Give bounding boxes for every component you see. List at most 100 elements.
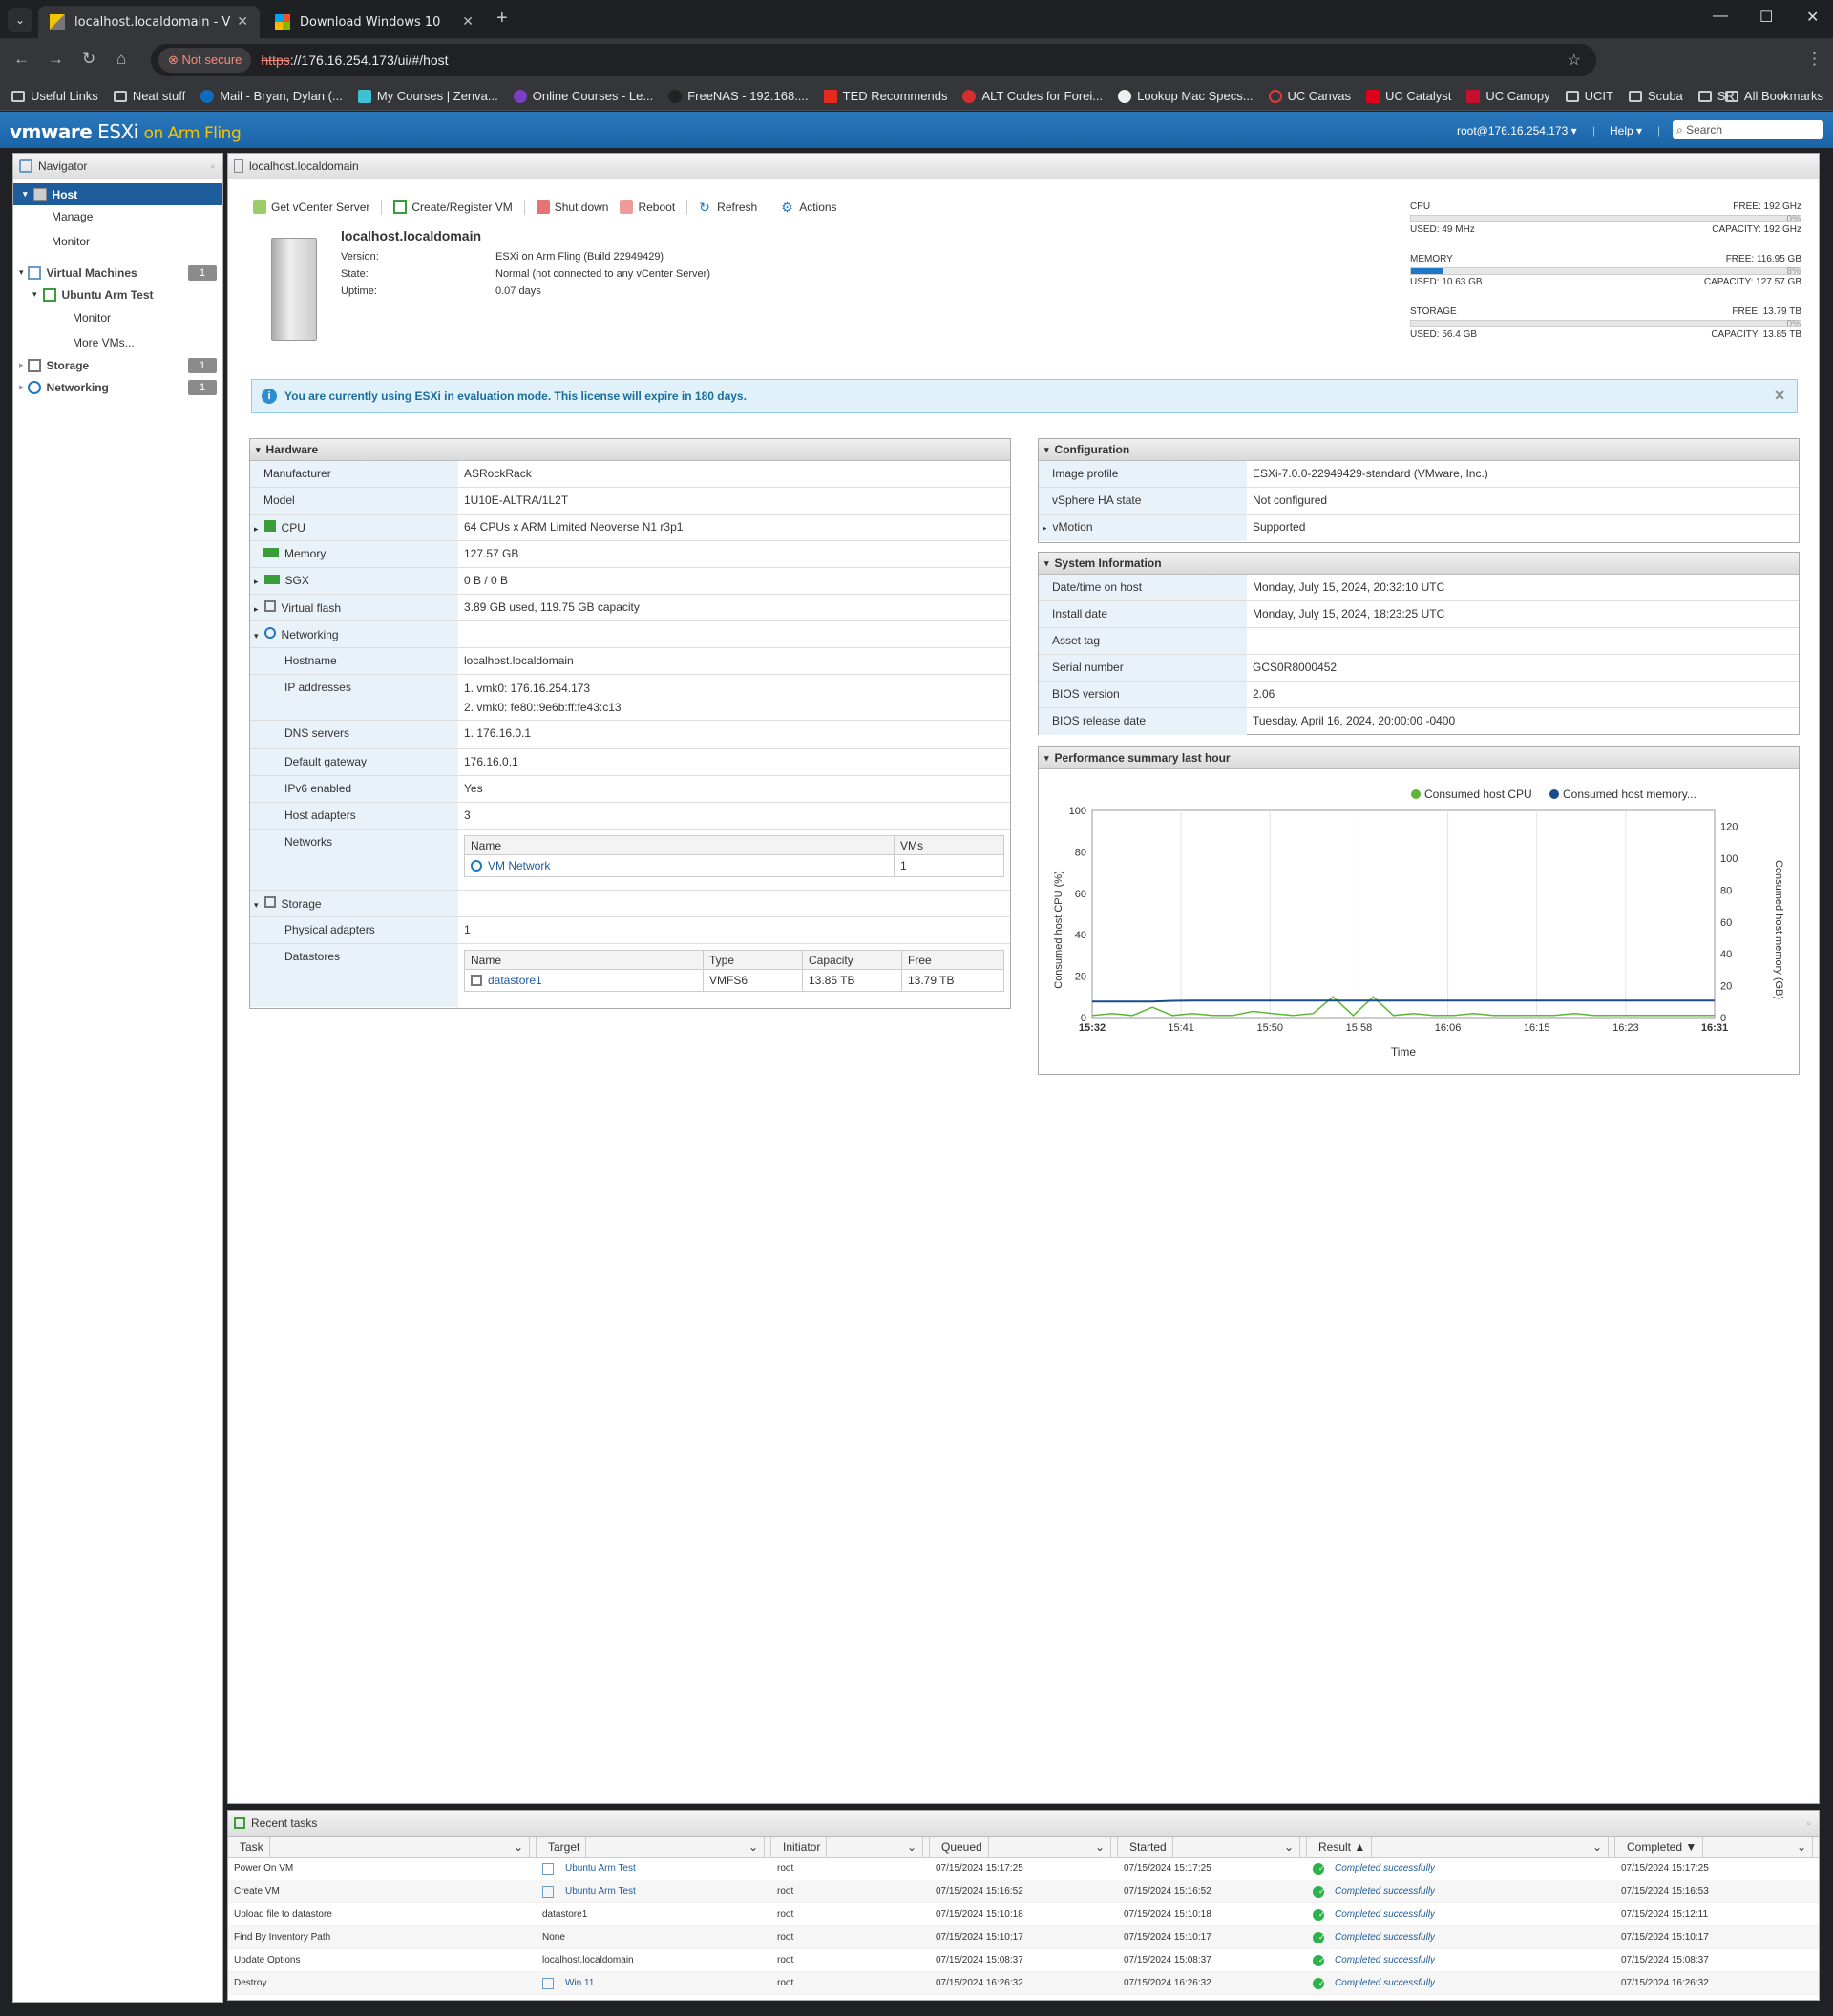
shut-down-button[interactable]: Shut down — [536, 200, 608, 214]
minimize-icon[interactable]: — — [1713, 8, 1728, 25]
actions-menu-button[interactable]: ⚙ Actions — [781, 200, 836, 214]
storage-row[interactable]: ▾ Storage — [250, 891, 1010, 917]
reload-icon[interactable]: ↻ — [82, 50, 95, 69]
nav-host[interactable]: ▾ Host — [13, 183, 222, 205]
back-icon[interactable]: ← — [13, 50, 30, 69]
performance-header[interactable]: ▾ Performance summary last hour — [1039, 747, 1799, 769]
nav-monitor[interactable]: Monitor — [13, 230, 222, 252]
legend-cpu[interactable]: Consumed host CPU — [1424, 788, 1532, 801]
column-result[interactable]: Result ▲ ⌄ — [1307, 1837, 1615, 1857]
task-target[interactable]: localhost.localdomain — [537, 1955, 771, 1965]
table-row[interactable]: datastore1 VMFS6 13.85 TB 13.79 TB — [465, 970, 1003, 991]
column-target[interactable]: Target ⌄ — [537, 1837, 771, 1857]
user-menu[interactable]: root@176.16.254.173 ▾ — [1457, 124, 1577, 137]
bookmark-folder[interactable]: Scuba — [1628, 89, 1683, 103]
column-initiator[interactable]: Initiator ⌄ — [771, 1837, 930, 1857]
bookmark-link[interactable]: Lookup Mac Specs... — [1118, 89, 1254, 103]
table-row[interactable]: Find By Inventory Path None root 07/15/2024… — [228, 1926, 1819, 1949]
close-tab-icon[interactable]: ✕ — [237, 14, 248, 30]
task-name: Power On VM — [234, 1863, 294, 1874]
bookmark-link[interactable]: Online Courses - Le... — [513, 89, 653, 103]
tab-windows[interactable]: Download Windows 10 ✕ — [263, 6, 485, 38]
close-window-icon[interactable]: ✕ — [1806, 8, 1819, 27]
bookmark-link[interactable]: UC Catalyst — [1366, 89, 1451, 103]
host-panel-header: localhost.localdomain — [228, 154, 1819, 179]
recent-tasks-list: Power On VM Ubuntu Arm Test root 07/15/2024… — [228, 1858, 1819, 1995]
address-bar[interactable]: ⊗ Not secure https://176.16.254.173/ui/#… — [151, 44, 1596, 76]
bookmark-link[interactable]: ALT Codes for Forei... — [962, 89, 1103, 103]
help-menu[interactable]: Help ▾ — [1610, 124, 1642, 137]
task-target[interactable]: Win 11 — [537, 1977, 771, 1989]
column-queued[interactable]: Queued ⌄ — [930, 1837, 1118, 1857]
get-vcenter-button[interactable]: Get vCenter Server — [253, 200, 369, 214]
table-row[interactable]: Update Options localhost.localdomain root 0… — [228, 1949, 1819, 1972]
bookmark-star-icon[interactable]: ☆ — [1568, 51, 1581, 70]
bookmark-link[interactable]: UC Canvas — [1268, 89, 1351, 103]
memory-icon — [263, 548, 279, 557]
column-started[interactable]: Started ⌄ — [1118, 1837, 1307, 1857]
table-row[interactable]: Create VM Ubuntu Arm Test root 07/15/2024 1… — [228, 1880, 1819, 1903]
x-tick-label: 16:06 — [1435, 1022, 1462, 1034]
tab-vmware[interactable]: localhost.localdomain - VMware ✕ — [38, 6, 260, 38]
column-task[interactable]: Task ⌄ — [228, 1837, 537, 1857]
task-target[interactable]: datastore1 — [537, 1909, 771, 1920]
recent-tasks-columns: Task ⌄ Target ⌄ Initiator ⌄ Queued ⌄ Started… — [228, 1837, 1819, 1858]
refresh-icon: ↻ — [699, 200, 710, 215]
nav-storage[interactable]: ▸ Storage 1 — [13, 354, 222, 376]
bookmark-folder[interactable]: Neat stuff — [113, 89, 185, 103]
bookmark-link[interactable]: UC Canopy — [1466, 89, 1550, 103]
table-row[interactable]: Destroy Win 11 root 07/15/2024 16:26:32 07/1… — [228, 1972, 1819, 1995]
table-row[interactable]: VM Network 1 — [465, 855, 1003, 876]
shutdown-icon — [536, 200, 550, 214]
close-tab-icon[interactable]: ✕ — [462, 14, 474, 30]
vm-count-badge: 1 — [188, 265, 217, 281]
bookmark-folder[interactable]: UCIT — [1565, 89, 1613, 103]
search-input[interactable]: ⌕ Search — [1673, 120, 1823, 139]
configuration-header[interactable]: ▾ Configuration — [1039, 439, 1799, 461]
nav-more-vms[interactable]: More VMs... — [13, 331, 222, 353]
y-tick-label-left: 100 — [1069, 806, 1086, 817]
bookmark-link[interactable]: FreeNAS - 192.168.... — [668, 89, 809, 103]
vmotion-row[interactable]: ▸ vMotion Supported — [1039, 514, 1799, 541]
bookmark-link[interactable]: My Courses | Zenva... — [357, 89, 498, 103]
task-started: 07/15/2024 15:08:37 — [1124, 1955, 1211, 1965]
nav-manage[interactable]: Manage — [13, 205, 222, 227]
bookmark-link[interactable]: TED Recommends — [823, 89, 947, 103]
nav-virtual-machines[interactable]: ▾ Virtual Machines 1 — [13, 262, 222, 284]
all-bookmarks[interactable]: All Bookmarks — [1724, 89, 1823, 103]
home-icon[interactable]: ⌂ — [116, 50, 126, 69]
bookmark-folder[interactable]: Useful Links — [11, 89, 98, 103]
bookmark-link[interactable]: Mail - Bryan, Dylan (... — [200, 89, 343, 103]
windows-favicon-icon — [275, 14, 290, 30]
task-name: Create VM — [234, 1886, 280, 1897]
collapse-icon[interactable]: ▫ — [1807, 1816, 1811, 1830]
table-row[interactable]: Power On VM Ubuntu Arm Test root 07/15/2024… — [228, 1858, 1819, 1880]
nav-vm-monitor[interactable]: Monitor — [13, 306, 222, 328]
new-tab-icon[interactable]: + — [496, 8, 508, 30]
legend-mem[interactable]: Consumed host memory... — [1563, 788, 1696, 801]
hardware-header[interactable]: ▾ Hardware — [250, 439, 1010, 461]
reboot-button[interactable]: Reboot — [620, 200, 675, 214]
nav-networking[interactable]: ▸ Networking 1 — [13, 376, 222, 398]
task-target[interactable]: None — [537, 1932, 771, 1942]
collapse-icon[interactable]: ▫ — [211, 159, 215, 173]
maximize-icon[interactable]: ☐ — [1759, 8, 1773, 27]
forward-icon[interactable]: → — [48, 50, 64, 69]
networking-row[interactable]: ▾ Networking — [250, 621, 1010, 648]
cpu-row[interactable]: ▸ CPU 64 CPUs x ARM Limited Neoverse N1 r3… — [250, 514, 1010, 541]
task-target[interactable]: Ubuntu Arm Test — [537, 1862, 771, 1875]
table-row[interactable]: Upload file to datastore datastore1 root 07… — [228, 1903, 1819, 1926]
column-completed[interactable]: Completed ▼ ⌄ — [1615, 1837, 1819, 1857]
refresh-button[interactable]: ↻ Refresh — [699, 200, 757, 214]
task-name: Update Options — [234, 1955, 301, 1965]
not-secure-badge[interactable]: ⊗ Not secure — [158, 48, 252, 73]
sgx-row[interactable]: ▸ SGX 0 B / 0 B — [250, 568, 1010, 595]
close-alert-icon[interactable]: ✕ — [1774, 388, 1785, 404]
virtual-flash-row[interactable]: ▸ Virtual flash 3.89 GB used, 119.75 GB ca… — [250, 595, 1010, 621]
task-target[interactable]: Ubuntu Arm Test — [537, 1885, 771, 1898]
menu-kebab-icon[interactable]: ⋮ — [1806, 50, 1822, 69]
tab-search-button[interactable]: ⌄ — [8, 8, 32, 32]
nav-vm-ubuntu[interactable]: ▾ Ubuntu Arm Test — [13, 284, 222, 305]
system-information-header[interactable]: ▾ System Information — [1039, 553, 1799, 575]
create-register-vm-button[interactable]: Create/Register VM — [393, 200, 513, 214]
